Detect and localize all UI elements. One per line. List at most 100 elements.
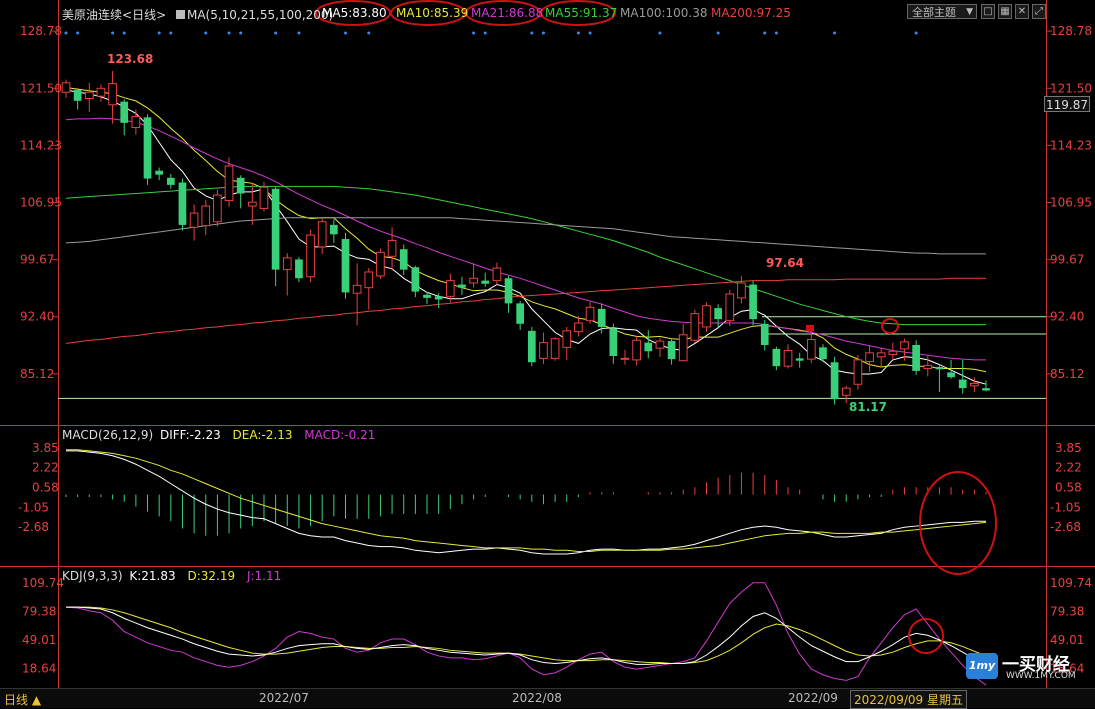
ma-line-ma10 — [65, 87, 987, 373]
right-price-tick: 121.50 — [1050, 81, 1092, 95]
candle-up — [201, 205, 211, 227]
chart-canvas[interactable]: 3.85 3.85 2.22 2.22 0.58 0.58 -1.05 -1.05 -2.68 -… — [0, 0, 1095, 707]
kdj-j: J:1.11 — [246, 569, 282, 583]
left-price-tick: 85.12 — [20, 367, 54, 381]
candle-down — [411, 267, 420, 292]
signal-dot — [716, 31, 720, 35]
candle-down — [947, 372, 955, 378]
kdj-right-tick: 49.01 — [1050, 633, 1084, 647]
candle-up — [620, 357, 630, 360]
candle-up — [189, 212, 199, 228]
macd-label[interactable]: MACD(26,12,9) — [62, 428, 153, 442]
kdj-label[interactable]: KDJ(9,3,3) — [62, 569, 123, 583]
site-logo[interactable]: 1my 一买财经 WWW.1MY.COM — [966, 650, 1086, 686]
candle-down — [341, 239, 350, 293]
ma5-value: MA5:83.80 — [322, 6, 387, 20]
candle-up — [469, 277, 478, 284]
candle-down — [516, 303, 525, 324]
candle-up — [888, 350, 898, 355]
candle-up — [445, 280, 455, 297]
ma-value-55: MA55:91.37 — [545, 6, 617, 20]
candle-up — [96, 87, 106, 97]
period-label[interactable]: <日线> — [122, 8, 166, 22]
square-icon: □ — [983, 6, 993, 17]
candle-up — [317, 221, 327, 248]
candle-up — [131, 116, 141, 129]
candle-up — [725, 293, 735, 322]
signal-dot — [111, 31, 115, 35]
candle-down — [504, 278, 513, 304]
red-flag-marker — [806, 325, 814, 331]
candle-down — [481, 280, 490, 284]
macd-right-tick: -2.68 — [1050, 520, 1081, 534]
candle-up — [306, 234, 315, 278]
kdj-j-line — [65, 582, 987, 686]
candle-down — [330, 224, 338, 235]
macd-right-tick: 0.58 — [1055, 481, 1082, 495]
signal-dot — [472, 31, 476, 35]
theme-dropdown[interactable]: 全部主题 ▼ — [907, 4, 977, 19]
candle-down — [178, 182, 187, 225]
ma21-value: MA21:86.88 — [471, 6, 544, 20]
candle-up — [259, 186, 269, 209]
candle-down — [795, 358, 804, 361]
signal-dot — [541, 31, 545, 35]
grid-icon: ▦ — [1000, 6, 1010, 17]
right-price-tick: 106.95 — [1050, 196, 1092, 210]
candle-down — [958, 379, 967, 389]
candle-down — [166, 177, 175, 185]
chevron-down-icon: ▼ — [966, 7, 973, 17]
period-toggle-button[interactable]: 日线 ▲ — [4, 691, 41, 708]
close-panel-button[interactable]: ✕ — [1015, 4, 1029, 19]
maximize-panel-button[interactable]: □ — [981, 4, 995, 19]
candle-down — [423, 294, 431, 298]
peak-price-label: 97.64 — [766, 256, 804, 270]
left-price-tick: 92.40 — [20, 310, 54, 324]
moving-average-lines — [65, 87, 987, 385]
kdj-k: K:21.83 — [129, 569, 176, 583]
candle-down — [912, 344, 920, 371]
candle-down — [120, 101, 129, 123]
macd-dea: DEA:-2.13 — [232, 428, 293, 442]
right-price-tick: 114.23 — [1050, 138, 1092, 152]
candle-up — [585, 306, 595, 322]
candle-down — [434, 296, 443, 300]
ma10-value: MA10:85.39 — [396, 6, 469, 20]
ma-config-label[interactable]: MA(5,10,21,55,100,200) — [187, 8, 333, 22]
candle-up — [213, 194, 222, 223]
candle-up — [853, 359, 863, 385]
macd-right-tick: 2.22 — [1055, 461, 1082, 475]
candle-up — [737, 282, 746, 299]
kdj-right-tick: 109.74 — [1050, 576, 1092, 590]
candle-up — [923, 364, 933, 370]
macd-diff-line — [66, 450, 986, 555]
logo-badge-icon: 1my — [966, 653, 998, 679]
signal-dot — [239, 31, 243, 35]
expand-panel-button[interactable]: ⤢ — [1032, 4, 1046, 19]
ma-line-ma21 — [65, 117, 986, 361]
theme-dropdown-label: 全部主题 — [912, 6, 956, 19]
signal-dot — [774, 31, 778, 35]
signal-dot — [588, 31, 592, 35]
signal-dot — [483, 31, 487, 35]
candle-up — [387, 240, 397, 257]
candle-down — [143, 117, 152, 179]
candle-down — [772, 348, 781, 367]
macd-left-tick: 2.22 — [32, 461, 59, 475]
candle-down — [399, 249, 408, 270]
candle-up — [282, 257, 292, 271]
kdj-left-tick: 109.74 — [22, 576, 64, 590]
signal-dot — [204, 31, 208, 35]
candle-up — [783, 349, 793, 367]
candle-down — [597, 308, 606, 327]
candle-up — [492, 267, 502, 282]
candle-down — [982, 388, 990, 391]
macd-right-tick: -1.05 — [1050, 500, 1081, 514]
candle-down — [714, 308, 722, 320]
kdj-d: D:32.19 — [187, 569, 236, 583]
candle-down — [236, 177, 245, 194]
instrument-title[interactable]: 美原油连续 — [62, 8, 122, 22]
candle-up — [108, 83, 117, 106]
settings-panel-button[interactable]: ▦ — [998, 4, 1012, 19]
signal-dot — [227, 31, 231, 35]
